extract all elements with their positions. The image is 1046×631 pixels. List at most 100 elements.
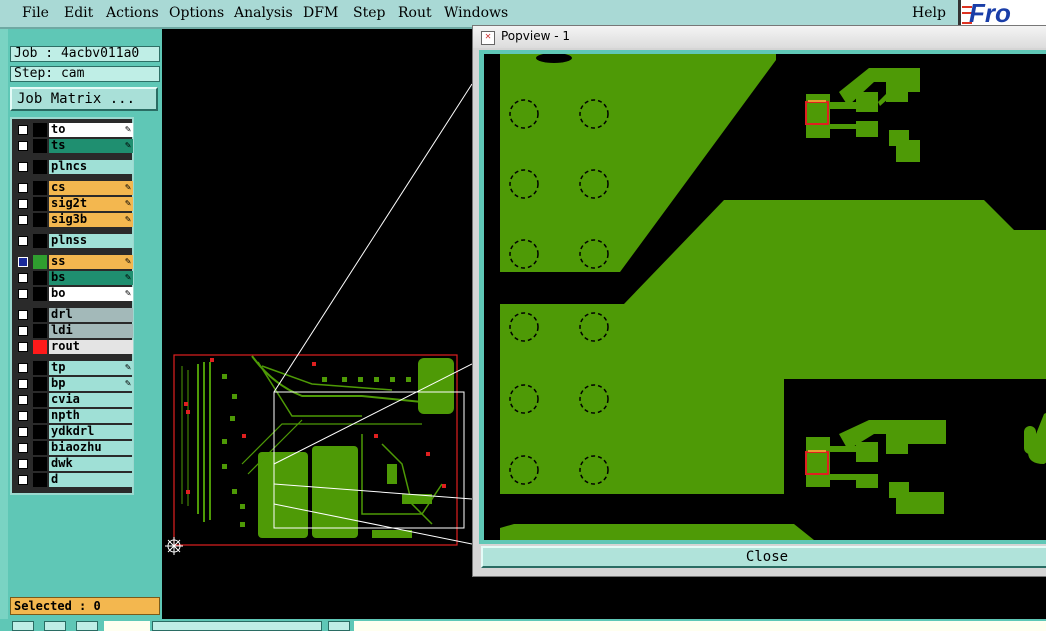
menu-edit[interactable]: Edit (64, 5, 93, 21)
layer-name[interactable]: bs ✎ (49, 271, 133, 285)
layer-name[interactable]: tp ✎ (49, 361, 133, 375)
close-button[interactable]: Close (481, 546, 1046, 568)
layer-name[interactable]: sig2t ✎ (49, 197, 133, 211)
layer-name[interactable]: bp ✎ (49, 377, 133, 391)
layer-name[interactable]: sig3b ✎ (49, 213, 133, 227)
layer-checkbox[interactable] (18, 215, 28, 225)
layer-checkbox[interactable] (18, 183, 28, 193)
layer-color-swatch[interactable] (33, 393, 47, 407)
layer-row-to[interactable]: to ✎ (15, 123, 133, 137)
layer-row-biaozhu[interactable]: biaozhu (15, 441, 133, 455)
layer-name[interactable]: plnss (49, 234, 133, 248)
layer-color-swatch[interactable] (33, 377, 47, 391)
layer-color-swatch[interactable] (33, 409, 47, 423)
layer-checkbox[interactable] (18, 459, 28, 469)
toolbar-button[interactable] (76, 621, 98, 631)
layer-checkbox[interactable] (18, 363, 28, 373)
layer-row-plncs[interactable]: plncs (15, 160, 133, 174)
layer-color-swatch[interactable] (33, 197, 47, 211)
layer-checkbox[interactable] (18, 342, 28, 352)
layer-checkbox[interactable] (18, 141, 28, 151)
layer-color-swatch[interactable] (33, 441, 47, 455)
layer-row-sig3b[interactable]: sig3b ✎ (15, 213, 133, 227)
layer-name[interactable]: rout (49, 340, 133, 354)
command-field[interactable] (152, 621, 322, 631)
layer-name[interactable]: npth (49, 409, 133, 423)
layer-color-swatch[interactable] (33, 287, 47, 301)
layer-color-swatch[interactable] (33, 457, 47, 471)
layer-checkbox[interactable] (18, 162, 28, 172)
menu-options[interactable]: Options (169, 5, 224, 21)
layer-checkbox[interactable] (18, 310, 28, 320)
menu-dfm[interactable]: DFM (303, 5, 338, 21)
layer-name[interactable]: cvia (49, 393, 133, 407)
layer-row-rout[interactable]: rout (15, 340, 133, 354)
layer-row-bo[interactable]: bo ✎ (15, 287, 133, 301)
layer-row-d[interactable]: d (15, 473, 133, 487)
layer-row-bs[interactable]: bs ✎ (15, 271, 133, 285)
layer-checkbox[interactable] (18, 379, 28, 389)
toolbar-button[interactable] (328, 621, 350, 631)
layer-name[interactable]: biaozhu (49, 441, 133, 455)
coordinate-field[interactable] (104, 621, 150, 631)
layer-checkbox[interactable] (18, 411, 28, 421)
layer-row-ss[interactable]: ss ✎ (15, 255, 133, 269)
menu-help[interactable]: Help (912, 5, 946, 21)
layer-row-drl[interactable]: drl (15, 308, 133, 322)
menu-actions[interactable]: Actions (106, 5, 159, 21)
layer-checkbox[interactable] (18, 125, 28, 135)
layer-row-sig2t[interactable]: sig2t ✎ (15, 197, 133, 211)
layer-color-swatch[interactable] (33, 361, 47, 375)
graphic-canvas[interactable] (162, 44, 472, 619)
layer-color-swatch[interactable] (33, 123, 47, 137)
layer-color-swatch[interactable] (33, 425, 47, 439)
layer-checkbox[interactable] (18, 395, 28, 405)
layer-checkbox[interactable] (18, 289, 28, 299)
menu-analysis[interactable]: Analysis (234, 5, 293, 21)
layer-color-swatch[interactable] (33, 234, 47, 248)
layer-row-tp[interactable]: tp ✎ (15, 361, 133, 375)
layer-row-ts[interactable]: ts ✎ (15, 139, 133, 153)
layer-color-swatch[interactable] (33, 271, 47, 285)
layer-checkbox[interactable] (18, 475, 28, 485)
layer-name[interactable]: dwk (49, 457, 133, 471)
layer-name[interactable]: to ✎ (49, 123, 133, 137)
toolbar-button[interactable] (44, 621, 66, 631)
layer-row-dwk[interactable]: dwk (15, 457, 133, 471)
layer-color-swatch[interactable] (33, 340, 47, 354)
layer-name[interactable]: bo ✎ (49, 287, 133, 301)
layer-name[interactable]: ydkdrl (49, 425, 133, 439)
layer-row-cvia[interactable]: cvia (15, 393, 133, 407)
layer-color-swatch[interactable] (33, 213, 47, 227)
menu-windows[interactable]: Windows (444, 5, 508, 21)
layer-name[interactable]: drl (49, 308, 133, 322)
layer-color-swatch[interactable] (33, 181, 47, 195)
toolbar-button[interactable] (12, 621, 34, 631)
popview-canvas[interactable] (484, 54, 1046, 540)
layer-row-ydkdrl[interactable]: ydkdrl (15, 425, 133, 439)
layer-color-swatch[interactable] (33, 324, 47, 338)
menu-rout[interactable]: Rout (398, 5, 432, 21)
layer-row-cs[interactable]: cs ✎ (15, 181, 133, 195)
layer-name[interactable]: d (49, 473, 133, 487)
layer-checkbox[interactable] (18, 199, 28, 209)
layer-color-swatch[interactable] (33, 139, 47, 153)
menu-file[interactable]: File (22, 5, 49, 21)
layer-row-plnss[interactable]: plnss (15, 234, 133, 248)
layer-row-bp[interactable]: bp ✎ (15, 377, 133, 391)
layer-row-npth[interactable]: npth (15, 409, 133, 423)
layer-color-swatch[interactable] (33, 473, 47, 487)
layer-color-swatch[interactable] (33, 255, 47, 269)
layer-checkbox[interactable] (18, 326, 28, 336)
layer-checkbox[interactable] (18, 443, 28, 453)
layer-name[interactable]: cs ✎ (49, 181, 133, 195)
layer-name[interactable]: ss ✎ (49, 255, 133, 269)
layer-name[interactable]: plncs (49, 160, 133, 174)
job-matrix-button[interactable]: Job Matrix ... (10, 87, 158, 111)
layer-checkbox[interactable] (18, 273, 28, 283)
popview-titlebar[interactable]: ✕ Popview - 1 (473, 26, 1046, 48)
layer-name[interactable]: ldi (49, 324, 133, 338)
layer-color-swatch[interactable] (33, 160, 47, 174)
layer-checkbox[interactable] (18, 236, 28, 246)
layer-checkbox[interactable] (18, 257, 28, 267)
